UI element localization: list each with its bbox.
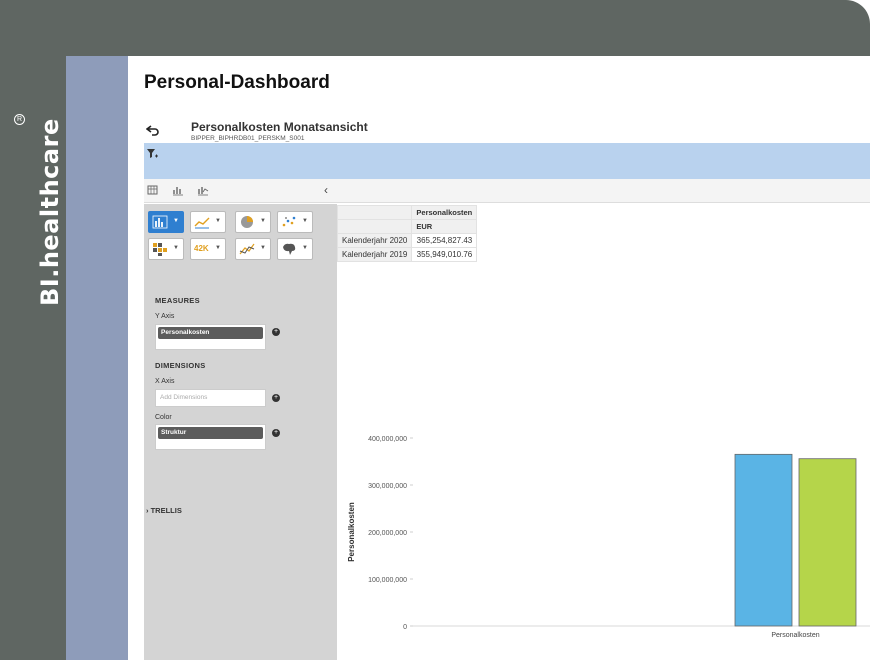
outer-frame: BI.healthcare R Personal-Dashboard Perso…: [0, 0, 870, 660]
table-header-unit: EUR: [411, 219, 478, 234]
chevron-down-icon: ▼: [215, 218, 221, 224]
table-cell-value: 355,949,010.76: [411, 247, 478, 262]
line-chart-icon: [194, 217, 210, 229]
chart-type-bar[interactable]: ▼: [148, 211, 184, 233]
color-dimension-pill[interactable]: Struktur: [158, 427, 263, 439]
x-category-label: Personalkosten: [771, 632, 819, 639]
report-title: Personalkosten Monatsansicht: [191, 120, 368, 134]
add-measure-icon[interactable]: +: [272, 328, 280, 336]
chevron-down-icon: ▼: [173, 245, 179, 251]
visualization-area: Personalkosten EUR Kalenderjahr 2020 365…: [336, 204, 870, 660]
table-corner-cell: [336, 205, 413, 220]
chart-type-trend[interactable]: ▼: [235, 238, 271, 260]
table-header-row: EUR: [336, 219, 478, 234]
table-cell-value: 365,254,827.43: [411, 233, 478, 248]
bar-kalenderjahr-2019: [798, 458, 857, 627]
y-tick-label: 0: [403, 624, 407, 631]
chevron-down-icon: ▼: [302, 245, 308, 251]
color-dropzone[interactable]: Struktur: [155, 424, 266, 450]
data-table: Personalkosten EUR Kalenderjahr 2020 365…: [336, 205, 478, 262]
heatmap-chart-icon: [153, 243, 167, 256]
chevron-down-icon: ▼: [173, 218, 179, 224]
chevron-right-icon: ›: [146, 506, 149, 515]
chevron-down-icon: ▼: [260, 245, 266, 251]
y-axis-dropzone[interactable]: Personalkosten: [155, 324, 266, 350]
table-row: Kalenderjahr 2020 365,254,827.43: [336, 233, 478, 248]
table-header-measure: Personalkosten: [411, 205, 478, 220]
y-axis-label: Y Axis: [155, 313, 175, 320]
side-stripe: [66, 56, 128, 660]
trend-chart-icon: [239, 243, 255, 255]
y-axis-measure-pill[interactable]: Personalkosten: [158, 327, 263, 339]
filter-icon[interactable]: [146, 148, 158, 163]
table-row-label: Kalenderjahr 2019: [336, 247, 413, 262]
chart-type-pie[interactable]: ▼: [235, 211, 271, 233]
y-tick-label: 400,000,000: [368, 436, 407, 443]
add-x-dimension-icon[interactable]: +: [272, 394, 280, 402]
chevron-down-icon: ▼: [302, 218, 308, 224]
y-axis-title: Personalkosten: [347, 502, 356, 562]
geo-chart-icon: [283, 243, 296, 255]
bar-kalenderjahr-2020: [734, 453, 793, 627]
view-toolbar: ‹: [144, 179, 870, 203]
trellis-label: TRELLIS: [150, 506, 182, 515]
table-corner-cell: [336, 219, 413, 234]
chart-view-icon[interactable]: [171, 184, 185, 198]
brand-logo: BI.healthcare R: [0, 56, 66, 306]
table-row: Kalenderjahr 2019 355,949,010.76: [336, 247, 478, 262]
y-tick-label: 300,000,000: [368, 483, 407, 490]
chart-type-numeric-point[interactable]: 42K ▼: [190, 238, 226, 260]
combined-view-icon[interactable]: [196, 184, 210, 198]
bar-chart-icon: [152, 215, 168, 229]
table-header-row: Personalkosten: [336, 205, 478, 220]
page-content: Personal-Dashboard Personalkosten Monats…: [128, 56, 870, 660]
chevron-down-icon: ▼: [260, 218, 266, 224]
measures-heading: MEASURES: [155, 296, 200, 305]
table-view-icon[interactable]: [146, 184, 160, 198]
table-row-label: Kalenderjahr 2020: [336, 233, 413, 248]
chart-type-heatmap[interactable]: ▼: [148, 238, 184, 260]
chart-type-geo[interactable]: ▼: [277, 238, 313, 260]
x-axis-dropzone[interactable]: Add Dimensions: [155, 389, 266, 407]
back-arrow-icon[interactable]: [145, 124, 160, 138]
dimensions-heading: DIMENSIONS: [155, 361, 206, 370]
color-label: Color: [155, 414, 172, 421]
x-axis-label: X Axis: [155, 378, 175, 385]
trellis-section-toggle[interactable]: › TRELLIS: [146, 506, 182, 515]
chevron-left-icon[interactable]: ‹: [324, 183, 328, 197]
registered-mark-icon: R: [14, 114, 25, 125]
brand-name: BI.healthcare: [36, 118, 64, 306]
filter-bar[interactable]: [144, 143, 870, 179]
report-subtitle: BIPPER_BIPHRDB01_PERSKM_S001: [191, 135, 305, 142]
chart-type-line[interactable]: ▼: [190, 211, 226, 233]
chart-builder-panel: ▼ ▼ ▼ ▼ ▼ 42K ▼ ▼ ▼ MEASURES Y Axis Pers…: [144, 204, 337, 660]
y-tick-label: 100,000,000: [368, 577, 407, 584]
chart-type-scatter[interactable]: ▼: [277, 211, 313, 233]
numeric-point-label: 42K: [194, 244, 209, 253]
report-app: Personalkosten Monatsansicht BIPPER_BIPH…: [144, 118, 870, 660]
bar-chart: 0 100,000,000 200,000,000 300,000,000 400,00…: [347, 436, 870, 639]
page-title: Personal-Dashboard: [144, 72, 330, 93]
add-color-dimension-icon[interactable]: +: [272, 429, 280, 437]
y-tick-label: 200,000,000: [368, 530, 407, 537]
scatter-chart-icon: [282, 216, 296, 227]
chevron-down-icon: ▼: [215, 245, 221, 251]
pie-chart-icon: [241, 216, 253, 228]
